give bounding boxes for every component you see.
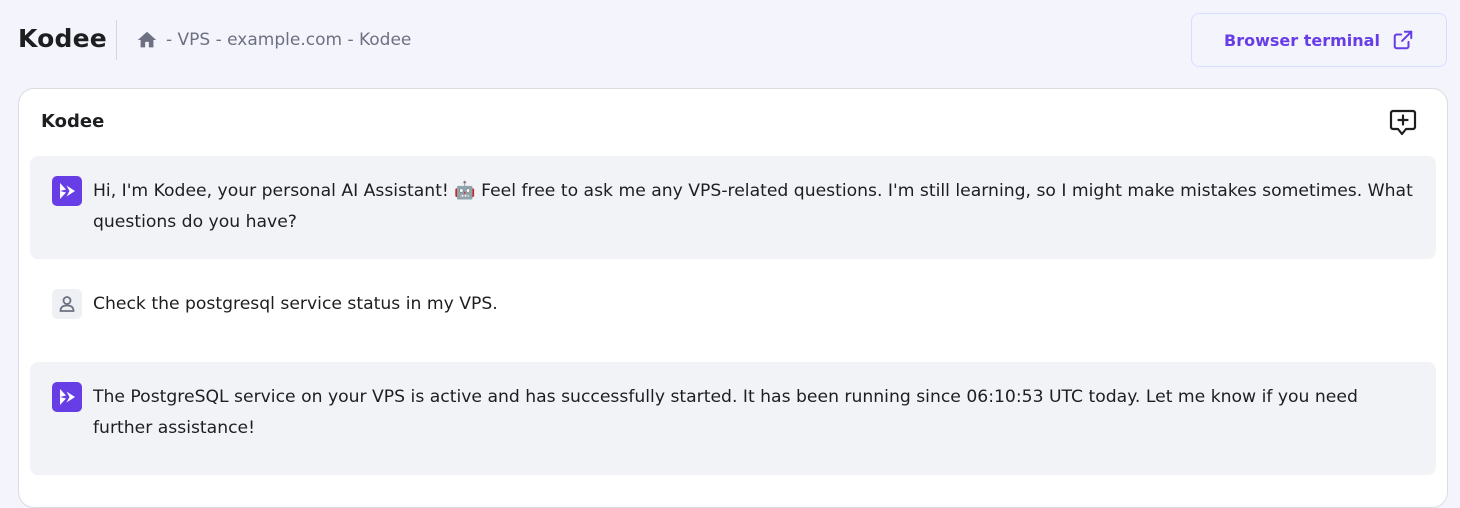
message-text: The PostgreSQL service on your VPS is ac…: [93, 387, 1358, 438]
title-divider: [116, 20, 117, 60]
page-title: Kodee: [18, 24, 107, 53]
kodee-avatar-icon: [52, 382, 82, 412]
user-message: Check the postgresql service status in m…: [30, 269, 1436, 341]
chat-card: Kodee Hi, I'm Kodee, your personal AI As…: [18, 88, 1448, 508]
breadcrumb: - VPS - example.com - Kodee: [136, 27, 411, 53]
browser-terminal-label: Browser terminal: [1224, 30, 1380, 50]
browser-terminal-button[interactable]: Browser terminal: [1191, 13, 1447, 67]
new-chat-icon[interactable]: [1387, 107, 1419, 139]
breadcrumb-path: - VPS - example.com - Kodee: [166, 30, 412, 50]
chat-title: Kodee: [41, 111, 105, 132]
message-text: Hi, I'm Kodee, your personal AI Assistan…: [93, 181, 1413, 232]
external-link-icon: [1392, 29, 1414, 51]
top-bar: Kodee - VPS - example.com - Kodee Browse…: [0, 0, 1460, 80]
message-text: Check the postgresql service status in m…: [93, 294, 498, 314]
kodee-avatar-icon: [52, 176, 82, 206]
home-icon[interactable]: [136, 29, 158, 51]
assistant-message: The PostgreSQL service on your VPS is ac…: [30, 362, 1436, 475]
user-avatar-icon: [52, 289, 82, 319]
assistant-message: Hi, I'm Kodee, your personal AI Assistan…: [30, 156, 1436, 259]
